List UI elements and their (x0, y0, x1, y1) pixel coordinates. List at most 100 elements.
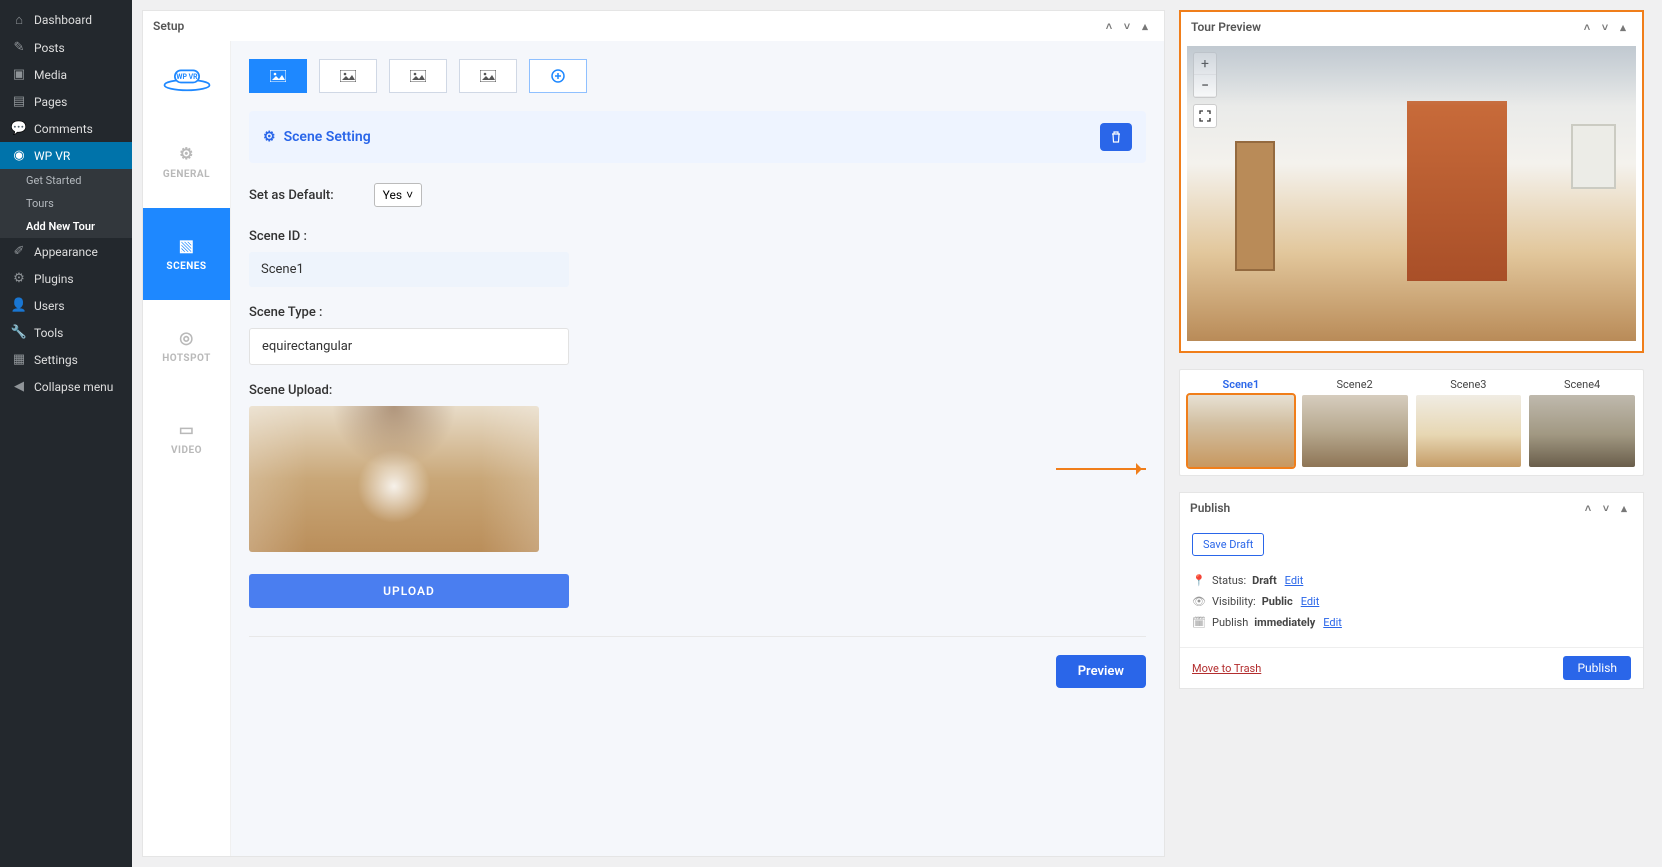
tab-video[interactable]: ▭VIDEO (143, 392, 230, 484)
wpvr-brand: WP VR (143, 41, 230, 116)
sidebar-item-media[interactable]: ▣Media (0, 61, 132, 88)
gear-icon: ⚙ (179, 144, 194, 163)
sidebar-item-appearance[interactable]: ✐Appearance (0, 238, 132, 265)
scene-setting-bar: ⚙Scene Setting (249, 111, 1146, 163)
sidebar-item-plugins[interactable]: ⚙Plugins (0, 265, 132, 292)
upload-button[interactable]: UPLOAD (249, 574, 569, 608)
sidebar-item-pages[interactable]: ▤Pages (0, 88, 132, 115)
panel-up-icon[interactable]: ˄ (1579, 499, 1597, 517)
thumb-scene2[interactable]: Scene2 (1302, 378, 1408, 467)
wp-admin-sidebar: ⌂Dashboard ✎Posts ▣Media ▤Pages 💬Comment… (0, 0, 132, 867)
set-default-select[interactable]: Yes˅ (374, 183, 422, 207)
panel-toggle-icon[interactable]: ▴ (1615, 499, 1633, 517)
publish-panel: Publish ˄ ˅ ▴ Save Draft 📍 Status: Draft… (1179, 492, 1644, 689)
scene-content: ⚙Scene Setting Set as Default: Yes˅ Scen… (231, 41, 1164, 856)
svg-text:WP VR: WP VR (176, 73, 198, 81)
scene-id-input[interactable] (249, 252, 569, 287)
scene-tab-1[interactable] (249, 59, 307, 93)
annotation-arrow (1056, 468, 1146, 470)
chevron-down-icon: ˅ (406, 188, 413, 202)
thumb-scene3[interactable]: Scene3 (1416, 378, 1522, 467)
visibility-edit-link[interactable]: Edit (1301, 595, 1320, 608)
move-to-trash-link[interactable]: Move to Trash (1192, 662, 1261, 675)
fullscreen-button[interactable] (1193, 104, 1217, 128)
dashboard-icon: ⌂ (10, 12, 28, 28)
pin-icon: 📍 (1192, 574, 1206, 587)
scene-tab-3[interactable] (389, 59, 447, 93)
schedule-edit-link[interactable]: Edit (1323, 616, 1342, 629)
save-draft-button[interactable]: Save Draft (1192, 533, 1264, 556)
sidebar-sub-tours[interactable]: Tours (0, 192, 132, 215)
divider (249, 636, 1146, 637)
scene-id-label: Scene ID : (249, 229, 1146, 244)
setup-left-tabs: WP VR ⚙GENERAL ▧SCENES ◎HOTSPOT ▭VIDEO (143, 41, 231, 856)
setup-header: Setup ˄ ˅ ▴ (143, 11, 1164, 41)
right-column: Tour Preview ˄ ˅ ▴ + − (1179, 10, 1644, 857)
panel-up-icon[interactable]: ˄ (1578, 18, 1596, 36)
tab-general[interactable]: ⚙GENERAL (143, 116, 230, 208)
image-icon: ▧ (179, 236, 195, 255)
scene-upload-label: Scene Upload: (249, 383, 1146, 398)
main-area: Setup ˄ ˅ ▴ WP VR ⚙GENERAL ▧SCENES ◎HOTS… (132, 0, 1662, 867)
tab-hotspot[interactable]: ◎HOTSPOT (143, 300, 230, 392)
sidebar-item-users[interactable]: 👤Users (0, 292, 132, 319)
sidebar-item-comments[interactable]: 💬Comments (0, 115, 132, 142)
sidebar-sub-add-new-tour[interactable]: Add New Tour (0, 215, 132, 238)
scene-upload-preview[interactable] (249, 406, 539, 552)
sidebar-item-posts[interactable]: ✎Posts (0, 34, 132, 61)
scene-type-input[interactable] (249, 328, 569, 365)
publish-header: Publish ˄ ˅ ▴ (1180, 493, 1643, 523)
tools-icon: 🔧 (10, 325, 28, 340)
target-icon: ◎ (179, 328, 193, 347)
visibility-row: 👁 Visibility: Public Edit (1192, 595, 1631, 608)
pin-icon: ✎ (10, 40, 28, 55)
setup-panel: Setup ˄ ˅ ▴ WP VR ⚙GENERAL ▧SCENES ◎HOTS… (142, 10, 1165, 857)
scene-tab-2[interactable] (319, 59, 377, 93)
panel-toggle-icon[interactable]: ▴ (1136, 17, 1154, 35)
eye-icon: 👁 (1192, 595, 1206, 608)
panorama-viewer[interactable]: + − (1187, 46, 1636, 341)
users-icon: 👤 (10, 298, 28, 313)
zoom-in-button[interactable]: + (1194, 53, 1216, 75)
thumb-scene1[interactable]: Scene1 (1188, 378, 1294, 467)
vr-icon: ◉ (10, 148, 28, 163)
scene-type-label: Scene Type : (249, 305, 1146, 320)
scene-tab-add[interactable] (529, 59, 587, 93)
panel-down-icon[interactable]: ˅ (1118, 17, 1136, 35)
sidebar-item-collapse[interactable]: ◀Collapse menu (0, 373, 132, 400)
zoom-out-button[interactable]: − (1194, 75, 1216, 97)
media-icon: ▣ (10, 67, 28, 82)
schedule-row: 🗓 Publish immediately Edit (1192, 616, 1631, 629)
sidebar-item-settings[interactable]: ▦Settings (0, 346, 132, 373)
tab-scenes[interactable]: ▧SCENES (143, 208, 230, 300)
sidebar-item-wpvr[interactable]: ◉WP VR (0, 142, 132, 169)
comments-icon: 💬 (10, 121, 28, 136)
publish-button[interactable]: Publish (1563, 656, 1631, 680)
sidebar-item-tools[interactable]: 🔧Tools (0, 319, 132, 346)
tour-preview-header: Tour Preview ˄ ˅ ▴ (1181, 12, 1642, 42)
sidebar-sub-get-started[interactable]: Get Started (0, 169, 132, 192)
setup-body: WP VR ⚙GENERAL ▧SCENES ◎HOTSPOT ▭VIDEO ⚙… (143, 41, 1164, 856)
tour-preview-title: Tour Preview (1191, 20, 1261, 34)
brush-icon: ✐ (10, 244, 28, 259)
thumb-scene4[interactable]: Scene4 (1529, 378, 1635, 467)
panel-down-icon[interactable]: ˅ (1597, 499, 1615, 517)
settings-icon: ▦ (10, 352, 28, 367)
panel-toggle-icon[interactable]: ▴ (1614, 18, 1632, 36)
scene-tab-4[interactable] (459, 59, 517, 93)
video-icon: ▭ (179, 420, 195, 439)
scene-tabs (249, 59, 1146, 93)
plug-icon: ⚙ (10, 271, 28, 286)
pages-icon: ▤ (10, 94, 28, 109)
panel-down-icon[interactable]: ˅ (1596, 18, 1614, 36)
sidebar-item-dashboard[interactable]: ⌂Dashboard (0, 6, 132, 34)
status-edit-link[interactable]: Edit (1285, 574, 1304, 587)
delete-scene-button[interactable] (1100, 123, 1132, 151)
scene-thumbnails-panel: Scene1 Scene2 Scene3 Scene4 (1179, 369, 1644, 476)
tour-preview-panel: Tour Preview ˄ ˅ ▴ + − (1179, 10, 1644, 353)
panel-up-icon[interactable]: ˄ (1100, 17, 1118, 35)
setup-title: Setup (153, 19, 184, 33)
set-default-row: Set as Default: Yes˅ (249, 183, 1146, 207)
preview-button[interactable]: Preview (1056, 655, 1146, 688)
collapse-icon: ◀ (10, 379, 28, 394)
